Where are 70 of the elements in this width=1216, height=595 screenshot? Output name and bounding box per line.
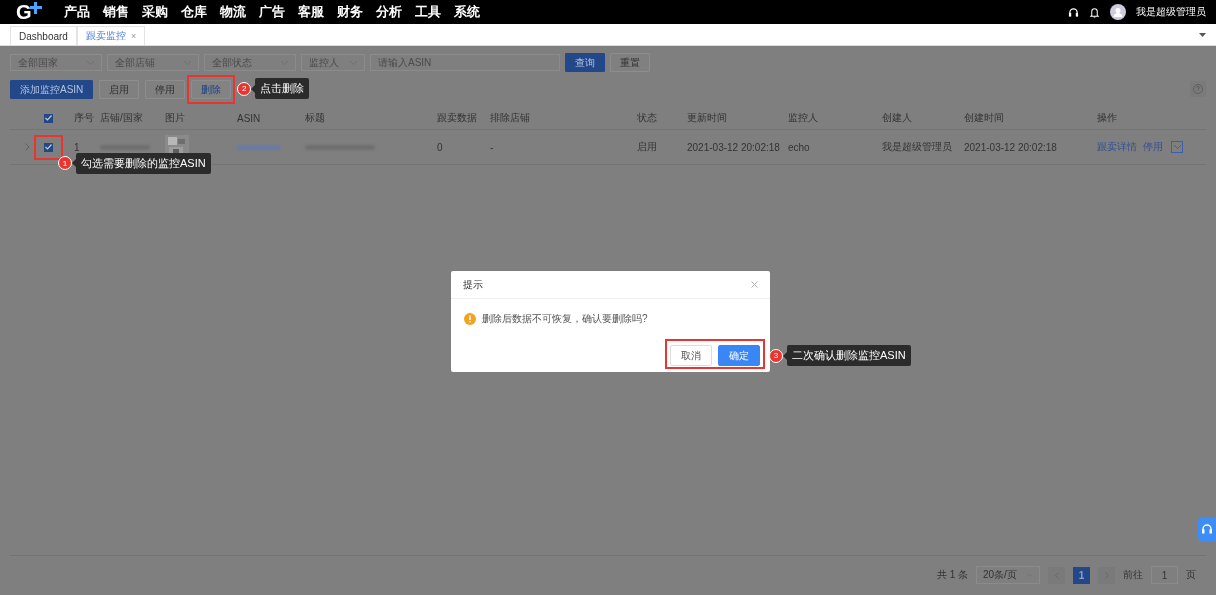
nav-menu-item[interactable]: 物流 bbox=[220, 3, 259, 21]
column-header: 操作 bbox=[1097, 111, 1118, 125]
page-tab[interactable]: Dashboard bbox=[10, 26, 77, 45]
column-header: 店铺/国家 bbox=[100, 111, 144, 125]
column-header: 创建人 bbox=[882, 111, 913, 125]
table-cell-text: 0 bbox=[437, 141, 444, 153]
cancel-button[interactable]: 取消 bbox=[670, 345, 712, 366]
nav-menu-item[interactable]: 采购 bbox=[142, 3, 181, 21]
table-cell-text: 启用 bbox=[637, 140, 658, 154]
step-number-badge: 3 bbox=[769, 348, 783, 363]
close-icon[interactable]: × bbox=[130, 31, 137, 41]
close-icon[interactable] bbox=[751, 281, 758, 288]
action-button[interactable]: 添加监控ASIN bbox=[10, 80, 94, 99]
step-number-badge: 1 bbox=[58, 156, 72, 170]
nav-menu-item[interactable]: 广告 bbox=[259, 3, 298, 21]
column-header: 跟卖数据 bbox=[437, 111, 478, 125]
column-header: 标题 bbox=[305, 111, 326, 125]
page-unit-label: 页 bbox=[1186, 568, 1196, 582]
page-number-button[interactable]: 1 bbox=[1073, 566, 1090, 584]
total-count: 共 1 条 bbox=[936, 568, 968, 582]
step-number-badge: 2 bbox=[237, 81, 252, 96]
table-cell-text: echo bbox=[788, 141, 811, 153]
nav-menu-item[interactable]: 仓库 bbox=[181, 3, 220, 21]
page-tab[interactable]: 跟卖监控 × bbox=[76, 26, 146, 45]
action-button[interactable]: 停用 bbox=[145, 80, 186, 99]
table-cell-text: 2021-03-12 20:02:18 bbox=[964, 141, 1058, 153]
highlight-frame bbox=[187, 75, 236, 104]
reset-button[interactable]: 重置 bbox=[610, 53, 650, 72]
delete-button[interactable]: 删除 bbox=[191, 80, 232, 99]
table-cell-text: 我是超级管理员 bbox=[882, 140, 953, 154]
column-header: 排除店铺 bbox=[490, 111, 531, 125]
nav-menu-item[interactable]: 销售 bbox=[103, 3, 142, 21]
confirm-button[interactable]: 确定 bbox=[718, 345, 760, 366]
column-header: 状态 bbox=[637, 111, 658, 125]
nav-menu-item[interactable]: 系统 bbox=[454, 3, 493, 21]
select-all-checkbox[interactable] bbox=[44, 113, 53, 123]
user-name[interactable]: 我是超级管理员 bbox=[1136, 5, 1206, 19]
goto-label: 前往 bbox=[1123, 568, 1143, 582]
blurred-text bbox=[237, 144, 281, 150]
row-checkbox[interactable] bbox=[44, 142, 53, 152]
nav-menu-item[interactable]: 分析 bbox=[376, 3, 415, 21]
column-header: 创建时间 bbox=[964, 111, 1005, 125]
headset-icon bbox=[1201, 523, 1213, 535]
column-header: 图片 bbox=[165, 111, 186, 125]
table-cell-text: - bbox=[490, 141, 495, 153]
column-header: 监控人 bbox=[788, 111, 819, 125]
nav-menu-item[interactable]: 工具 bbox=[415, 3, 454, 21]
dialog-title: 提示 bbox=[463, 277, 483, 292]
column-header: 序号 bbox=[74, 111, 95, 125]
highlight-frame bbox=[34, 134, 63, 160]
support-button[interactable] bbox=[1198, 517, 1216, 541]
page-size-dropdown[interactable]: 20条/页 bbox=[976, 566, 1040, 584]
action-button[interactable]: 启用 bbox=[99, 80, 140, 99]
goto-page-field[interactable]: 1 bbox=[1151, 566, 1178, 584]
nav-menu-item[interactable]: 财务 bbox=[337, 3, 376, 21]
column-header: ASIN bbox=[237, 112, 262, 124]
search-button[interactable]: 查询 bbox=[565, 53, 605, 72]
table-cell-text: 1 bbox=[74, 141, 81, 153]
nav-menu-item[interactable]: 产品 bbox=[64, 3, 103, 21]
dialog-message: 删除后数据不可恢复，确认要删除吗? bbox=[482, 312, 648, 326]
table-cell-text: 2021-03-12 20:02:18 bbox=[687, 141, 781, 153]
headset-icon[interactable] bbox=[1068, 6, 1079, 18]
bell-icon[interactable] bbox=[1089, 6, 1100, 18]
chevron-down-icon bbox=[1173, 145, 1181, 149]
avatar-icon[interactable] bbox=[1110, 4, 1126, 20]
app-logo[interactable]: G bbox=[16, 0, 44, 24]
column-header: 更新时间 bbox=[687, 111, 728, 125]
nav-menu-item[interactable]: 客服 bbox=[298, 3, 337, 21]
warning-icon bbox=[464, 313, 476, 325]
caret-down-icon[interactable] bbox=[1199, 33, 1206, 38]
